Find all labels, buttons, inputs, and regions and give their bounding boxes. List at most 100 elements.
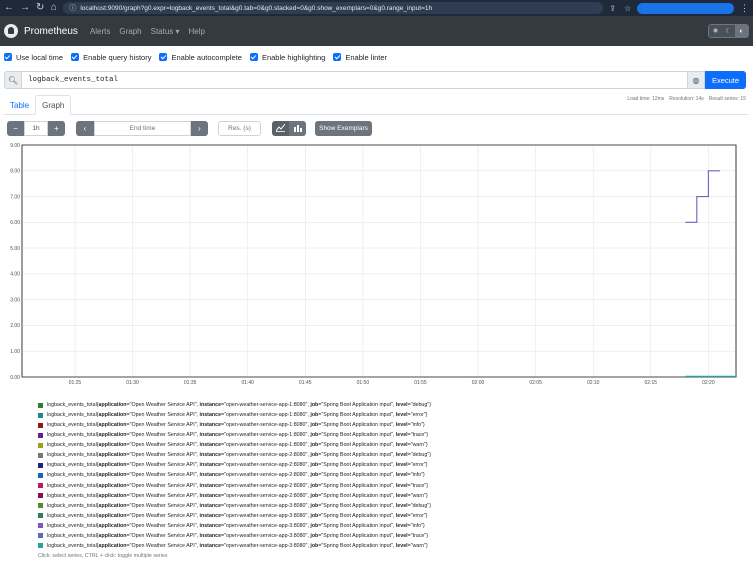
legend-item[interactable]: logback_events_total{application="Open W… bbox=[38, 541, 738, 551]
legend-label: logback_events_total{application="Open W… bbox=[47, 472, 425, 479]
decrease-range-button[interactable]: − bbox=[7, 120, 24, 136]
browser-menu-icon[interactable]: ⋮ bbox=[740, 3, 749, 14]
legend-label: logback_events_total{application="Open W… bbox=[47, 442, 428, 449]
show-exemplars-button[interactable]: Show Exemplars bbox=[315, 120, 372, 136]
legend-item[interactable]: logback_events_total{application="Open W… bbox=[38, 501, 738, 511]
legend-label: logback_events_total{application="Open W… bbox=[47, 452, 431, 459]
arrow-left-icon[interactable]: ← bbox=[4, 0, 14, 16]
resolution-input[interactable]: Res. (s) bbox=[218, 120, 261, 136]
legend-item[interactable]: logback_events_total{application="Open W… bbox=[38, 470, 738, 480]
brand-title[interactable]: Prometheus bbox=[24, 26, 78, 37]
legend-item[interactable]: logback_events_total{application="Open W… bbox=[38, 420, 738, 430]
checkbox[interactable] bbox=[333, 53, 342, 61]
bookmark-star-icon[interactable]: ☆ bbox=[624, 4, 631, 13]
sun-icon[interactable]: ✹ bbox=[709, 25, 722, 37]
moon-icon[interactable]: ☾ bbox=[722, 25, 735, 37]
legend-label: logback_events_total{application="Open W… bbox=[47, 512, 428, 519]
next-time-button[interactable]: › bbox=[191, 120, 208, 136]
range-input[interactable]: 1h bbox=[24, 120, 48, 136]
option-linter[interactable]: Enable linter bbox=[333, 53, 387, 62]
legend-label: logback_events_total{application="Open W… bbox=[47, 532, 429, 539]
legend-label: logback_events_total{application="Open W… bbox=[47, 542, 428, 549]
address-bar[interactable]: ⓘ localhost:9090/graph?g0.expr=logback_e… bbox=[63, 2, 604, 14]
expression-input[interactable]: logback_events_total bbox=[21, 71, 687, 89]
checkbox[interactable] bbox=[159, 53, 168, 61]
option-local-time[interactable]: Use local time bbox=[4, 53, 63, 62]
half-circle-icon[interactable]: ◐ bbox=[735, 25, 748, 37]
home-icon[interactable]: ⌂ bbox=[50, 0, 57, 16]
tab-table[interactable]: Table bbox=[4, 95, 35, 115]
graph-area[interactable]: 9.00 8.00 7.00 6.00 5.00 4.00 3.00 2.00 1.00 0.00… bbox=[4, 140, 746, 390]
time-series-chart[interactable]: 9.00 8.00 7.00 6.00 5.00 4.00 3.00 2.00 1.00 0.00… bbox=[4, 140, 746, 390]
x-tick-label: 02:20 bbox=[702, 380, 715, 386]
option-highlighting[interactable]: Enable highlighting bbox=[249, 52, 326, 62]
legend-item[interactable]: logback_events_total{application="Open W… bbox=[38, 430, 738, 440]
y-tick-label: 1.00 bbox=[10, 349, 20, 355]
legend-swatch bbox=[38, 402, 43, 408]
x-tick-label: 02:05 bbox=[529, 380, 542, 386]
legend-item[interactable]: logback_events_total{application="Open W… bbox=[38, 450, 738, 460]
browser-toolbar: ← → ↻ ⌂ ⓘ localhost:9090/graph?g0.expr=l… bbox=[0, 0, 753, 16]
x-tick-label: 02:15 bbox=[645, 380, 658, 386]
legend-item[interactable]: logback_events_total{application="Open W… bbox=[38, 511, 738, 521]
y-tick-label: 3.00 bbox=[10, 297, 20, 303]
profile-button[interactable] bbox=[637, 2, 734, 14]
prometheus-logo-icon[interactable] bbox=[4, 24, 18, 38]
x-tick-label: 02:10 bbox=[587, 380, 600, 386]
legend-item[interactable]: logback_events_total{application="Open W… bbox=[38, 531, 738, 541]
arrow-right-icon[interactable]: → bbox=[20, 0, 30, 16]
x-tick-label: 01:25 bbox=[69, 380, 82, 386]
legend-swatch bbox=[38, 523, 43, 529]
settings-checkboxes: Use local time Enable query history Enab… bbox=[0, 46, 753, 68]
legend-item[interactable]: logback_events_total{application="Open W… bbox=[38, 491, 738, 501]
nav-help[interactable]: Help bbox=[189, 27, 205, 36]
legend-item[interactable]: logback_events_total{application="Open W… bbox=[38, 521, 738, 531]
panel-tabs: Table Graph bbox=[4, 95, 748, 115]
checkbox[interactable] bbox=[4, 53, 12, 61]
nav-alerts[interactable]: Alerts bbox=[90, 27, 110, 36]
tab-graph[interactable]: Graph bbox=[35, 95, 72, 115]
x-tick-label: 01:40 bbox=[241, 380, 254, 386]
legend-item[interactable]: logback_events_total{application="Open W… bbox=[38, 440, 738, 450]
end-time-input[interactable]: End time bbox=[94, 120, 191, 136]
legend-item[interactable]: logback_events_total{application="Open W… bbox=[38, 410, 738, 420]
legend-item[interactable]: logback_events_total{application="Open W… bbox=[38, 460, 738, 470]
legend-label: logback_events_total{application="Open W… bbox=[47, 462, 428, 469]
execute-button[interactable]: Execute bbox=[705, 71, 746, 89]
stacked-chart-icon[interactable] bbox=[289, 120, 306, 136]
legend-label: logback_events_total{application="Open W… bbox=[47, 432, 429, 439]
nav-status[interactable]: Status ▾ bbox=[151, 27, 180, 36]
theme-toggle: ✹ ☾ ◐ bbox=[708, 24, 749, 38]
legend-label: logback_events_total{application="Open W… bbox=[47, 402, 431, 409]
option-label: Enable highlighting bbox=[261, 52, 326, 62]
graph-legend: logback_events_total{application="Open W… bbox=[38, 400, 738, 559]
increase-range-button[interactable]: + bbox=[48, 120, 65, 136]
x-tick-label: 01:30 bbox=[126, 380, 139, 386]
navbar: Prometheus Alerts Graph Status ▾ Help ✹ … bbox=[0, 16, 753, 46]
legend-swatch bbox=[38, 533, 43, 539]
option-query-history[interactable]: Enable query history bbox=[71, 53, 151, 62]
legend-item[interactable]: logback_events_total{application="Open W… bbox=[38, 400, 738, 410]
legend-label: logback_events_total{application="Open W… bbox=[47, 502, 431, 509]
option-autocomplete[interactable]: Enable autocomplete bbox=[159, 52, 242, 62]
share-icon[interactable]: ⇪ bbox=[609, 4, 616, 13]
checkbox[interactable] bbox=[249, 53, 258, 61]
x-tick-label: 02:00 bbox=[472, 380, 485, 386]
legend-swatch bbox=[38, 462, 43, 468]
checkbox[interactable] bbox=[71, 53, 80, 61]
option-label: Enable autocomplete bbox=[171, 52, 242, 62]
info-icon[interactable]: ⓘ bbox=[69, 3, 76, 13]
legend-swatch bbox=[38, 472, 43, 478]
x-tick-label: 01:55 bbox=[414, 380, 427, 386]
metrics-explorer-icon[interactable]: ◍ bbox=[687, 71, 705, 89]
line-chart-icon[interactable] bbox=[272, 120, 289, 136]
legend-swatch bbox=[38, 452, 43, 458]
previous-time-button[interactable]: ‹ bbox=[76, 120, 94, 136]
nav-graph[interactable]: Graph bbox=[119, 27, 141, 36]
reload-icon[interactable]: ↻ bbox=[36, 0, 44, 16]
legend-swatch bbox=[38, 513, 43, 519]
legend-item[interactable]: logback_events_total{application="Open W… bbox=[38, 481, 738, 491]
search-icon: 🔍︎ bbox=[4, 71, 21, 89]
legend-label: logback_events_total{application="Open W… bbox=[47, 492, 428, 499]
x-tick-label: 01:50 bbox=[357, 380, 370, 386]
